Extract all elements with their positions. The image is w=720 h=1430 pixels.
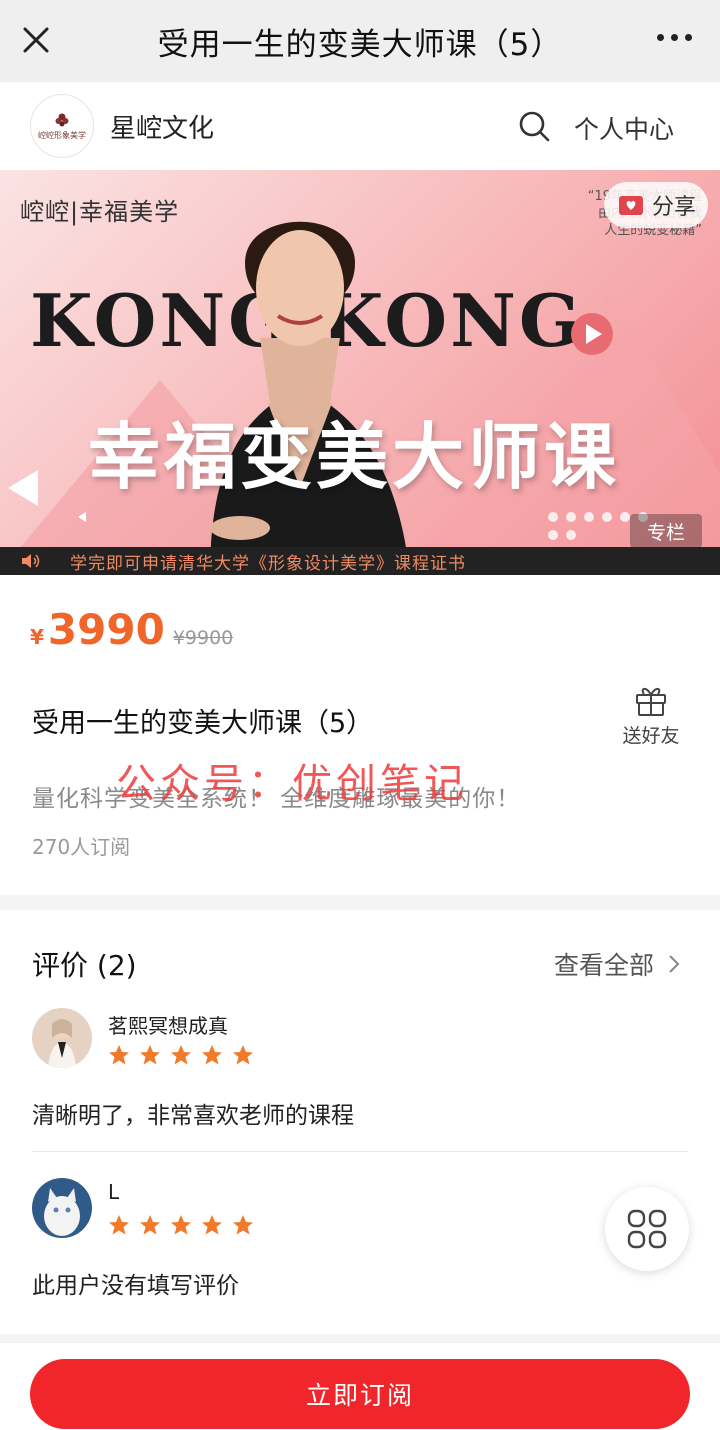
course-banner[interactable]: 崆崆|幸福美学 “19年变美大师课程 由内而外活出自我 人生的蜕变秘籍” KON…	[0, 170, 720, 575]
personal-center-link[interactable]: 个人中心	[574, 110, 674, 146]
star-icon	[233, 1045, 253, 1065]
currency-symbol: ¥	[30, 625, 44, 649]
current-price: 3990	[47, 605, 165, 654]
page-title: 受用一生的变美大师课（5）	[157, 26, 563, 63]
notice-bar: 学完即可申请清华大学《形象设计美学》课程证书	[0, 547, 720, 575]
course-info: ¥ 3990 ¥9900 受用一生的变美大师课（5） 送好友 量化科学变美全系统…	[0, 575, 720, 895]
reviewer-name: L	[108, 1180, 120, 1204]
close-icon[interactable]	[18, 22, 54, 58]
star-icon	[202, 1045, 222, 1065]
more-icon[interactable]	[657, 34, 692, 41]
reviewer-name: 茗熙冥想成真	[108, 1014, 228, 1038]
gift-button[interactable]: 送好友	[612, 683, 690, 748]
shop-header: 崆崆形象美学 星崆文化 个人中心	[0, 82, 720, 170]
title-bar: 受用一生的变美大师课（5）	[0, 0, 720, 82]
banner-headline-cn: 幸福变美大师课	[88, 414, 621, 499]
reviews-heading: 评价 (2)	[32, 949, 137, 982]
play-icon[interactable]	[571, 313, 613, 355]
flower-logo-icon	[55, 113, 69, 126]
grid-menu-icon	[627, 1209, 667, 1249]
review-text: 清晰明了，非常喜欢老师的课程	[32, 1103, 354, 1129]
star-icon	[171, 1215, 191, 1235]
reviews-section: 评价 (2) 查看全部 茗熙冥想成真 清晰明了，非常喜欢老师的课程 L 此用户没…	[0, 910, 720, 1334]
logo-text: 崆崆形象美学	[38, 130, 86, 140]
chevron-right-icon	[669, 955, 680, 973]
shop-name[interactable]: 星崆文化	[110, 108, 214, 145]
star-icon	[140, 1045, 160, 1065]
bottom-bar: 立即订阅	[0, 1342, 720, 1430]
gift-label: 送好友	[622, 725, 680, 747]
search-icon[interactable]	[516, 108, 552, 144]
view-all-reviews-link[interactable]: 查看全部	[554, 946, 680, 982]
star-icon	[109, 1215, 129, 1235]
speaker-icon	[22, 554, 40, 568]
share-label: 分享	[651, 195, 696, 220]
subscriber-count: 270人订阅	[32, 835, 131, 859]
star-icon	[171, 1045, 191, 1065]
triangle-decor	[78, 512, 86, 522]
star-icon	[202, 1215, 222, 1235]
instructor-photo	[210, 221, 410, 575]
notice-text: 学完即可申请清华大学《形象设计美学》课程证书	[70, 553, 466, 574]
share-button[interactable]: 分享	[603, 182, 708, 228]
original-price: ¥9900	[172, 627, 234, 649]
view-all-label: 查看全部	[553, 951, 654, 980]
column-badge: 专栏	[630, 514, 702, 548]
watermark-text: 公众号：优创笔记	[116, 761, 468, 807]
course-title: 受用一生的变美大师课（5）	[32, 708, 374, 739]
avatar[interactable]	[32, 1178, 92, 1238]
gift-icon	[636, 687, 666, 716]
review-divider	[32, 1151, 688, 1152]
review-text: 此用户没有填写评价	[32, 1273, 239, 1299]
floating-menu-button[interactable]	[605, 1187, 689, 1271]
triangle-decor	[8, 470, 38, 506]
price-row: ¥ 3990 ¥9900	[30, 605, 233, 654]
avatar[interactable]	[32, 1008, 92, 1068]
star-rating	[108, 1044, 254, 1066]
star-rating	[108, 1214, 254, 1236]
star-icon	[109, 1045, 129, 1065]
star-icon	[140, 1215, 160, 1235]
subscribe-button[interactable]: 立即订阅	[30, 1359, 690, 1429]
star-icon	[233, 1215, 253, 1235]
shop-logo[interactable]: 崆崆形象美学	[30, 94, 94, 158]
share-icon	[618, 196, 643, 215]
